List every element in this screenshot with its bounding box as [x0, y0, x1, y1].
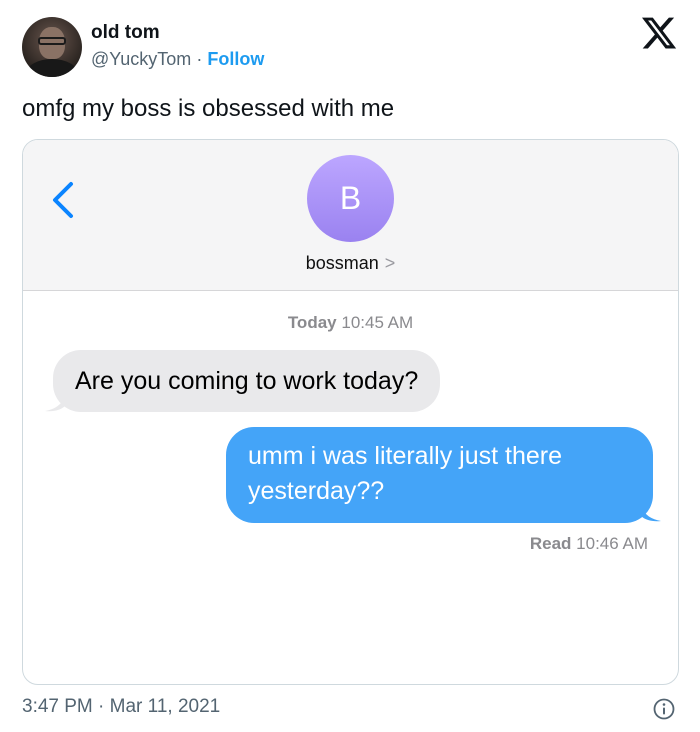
tweet-media-screenshot[interactable]: B bossman > Today 10:45 AM Are you coming… [22, 139, 679, 685]
contact-avatar[interactable]: B [307, 155, 394, 242]
avatar-glasses [38, 37, 66, 45]
tweet-card: old tom @YuckyTom · Follow omfg my boss … [0, 0, 700, 732]
contact-name: bossman [305, 253, 379, 273]
author-name[interactable]: old tom [91, 21, 160, 45]
tweet-date-separator: · [98, 696, 105, 717]
tweet-timestamp[interactable]: 3:47 PM · Mar 11, 2021 [22, 695, 220, 719]
timestamp-day: Today [287, 313, 337, 332]
author-handle-row: @YuckyTom · Follow [91, 47, 264, 71]
tweet-date: Mar 11, 2021 [109, 696, 221, 717]
read-label: Read [529, 534, 572, 553]
message-timestamp: Today 10:45 AM [23, 312, 678, 334]
chevron-right-icon: > [384, 253, 396, 273]
info-icon[interactable] [652, 697, 676, 721]
outgoing-message-bubble[interactable]: umm i was literally just there yesterday… [226, 427, 653, 523]
avatar-shoulders [26, 59, 78, 77]
chevron-left-icon[interactable] [49, 180, 77, 220]
read-receipt: Read 10:46 AM [530, 533, 648, 555]
outgoing-bubble-tail [641, 502, 661, 522]
author-avatar[interactable] [22, 17, 82, 77]
author-handle[interactable]: @YuckyTom [91, 49, 191, 69]
x-logo-icon[interactable] [640, 14, 678, 52]
contact-name-row[interactable]: bossman > [23, 251, 678, 275]
tweet-text: omfg my boss is obsessed with me [22, 95, 395, 122]
handle-separator: · [196, 49, 203, 69]
follow-button[interactable]: Follow [207, 49, 264, 69]
read-time: 10:46 AM [576, 534, 648, 553]
tweet-time: 3:47 PM [22, 696, 93, 717]
timestamp-time: 10:45 AM [341, 313, 414, 332]
imessage-header: B bossman > [23, 140, 678, 291]
incoming-message-bubble[interactable]: Are you coming to work today? [53, 350, 441, 412]
